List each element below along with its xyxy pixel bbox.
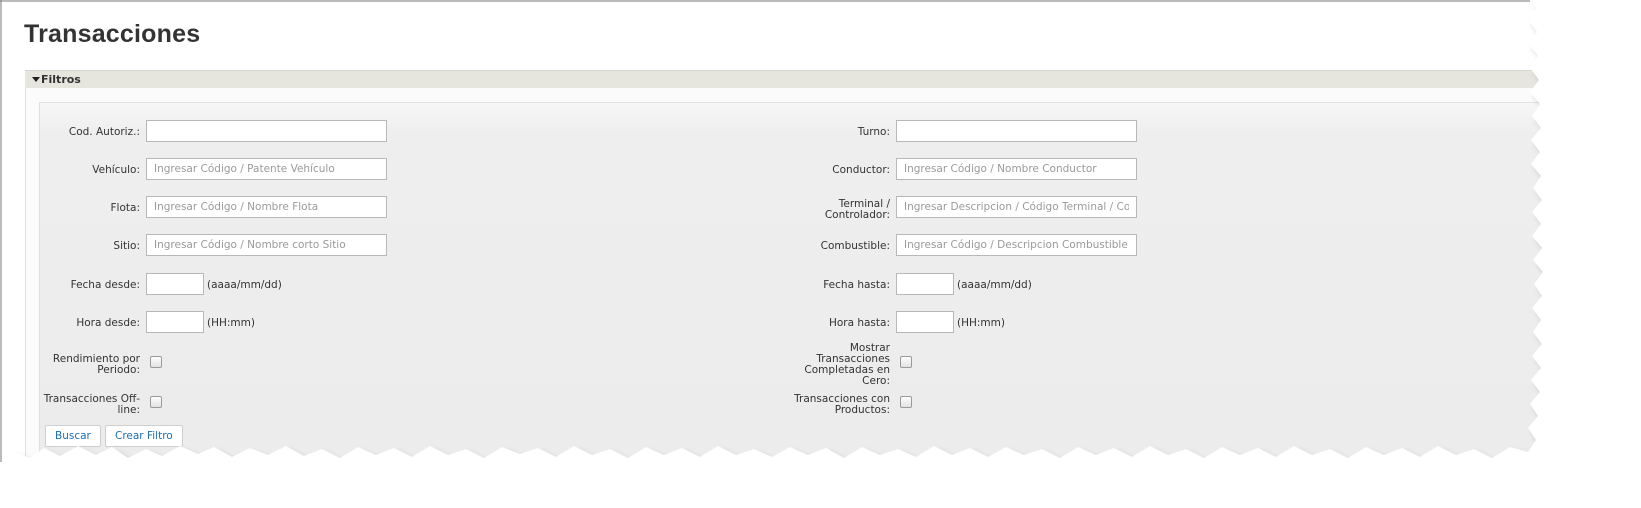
sitio-input[interactable] (146, 234, 387, 256)
caret-down-icon (32, 77, 40, 82)
rendimiento-label-line2: Periodo: (97, 364, 140, 376)
terminal-label-line2: Controlador: (824, 209, 890, 221)
crear-filtro-button[interactable]: Crear Filtro (105, 425, 183, 447)
hora-hasta-hint: (HH:mm) (957, 317, 1005, 329)
conductor-label: Conductor: (832, 164, 890, 176)
hora-desde-label: Hora desde: (76, 317, 140, 329)
con-productos-label: Transacciones con Productos: (790, 394, 890, 416)
hora-desde-input[interactable] (146, 311, 204, 333)
fecha-hasta-input[interactable] (896, 273, 954, 295)
turno-input[interactable] (896, 120, 1137, 142)
cod-autoriz-label: Cod. Autoriz.: (68, 126, 140, 138)
sitio-label: Sitio: (113, 240, 140, 252)
buscar-button[interactable]: Buscar (45, 425, 101, 447)
offline-label-line2: line: (117, 404, 141, 416)
fecha-desde-hint: (aaaa/mm/dd) (207, 279, 282, 291)
con-productos-checkbox[interactable] (900, 396, 912, 408)
fecha-desde-label: Fecha desde: (70, 279, 140, 291)
completadas-cero-label: Mostrar Transacciones Completadas en Cer… (790, 343, 890, 387)
rendimiento-checkbox[interactable] (150, 356, 162, 368)
hora-hasta-input[interactable] (896, 311, 954, 333)
offline-checkbox[interactable] (150, 396, 162, 408)
vehiculo-label: Vehículo: (92, 164, 140, 176)
hora-hasta-label: Hora hasta: (828, 317, 890, 329)
completadas-cero-checkbox[interactable] (900, 356, 912, 368)
hora-desde-hint: (HH:mm) (207, 317, 255, 329)
conductor-input[interactable] (896, 158, 1137, 180)
cod-autoriz-input[interactable] (146, 120, 387, 142)
flota-input[interactable] (146, 196, 387, 218)
completadas-cero-label-line4: Cero: (862, 375, 890, 387)
terminal-label: Terminal / Controlador: (790, 199, 890, 221)
filters-header-label: Filtros (41, 73, 81, 86)
flota-label: Flota: (110, 202, 140, 214)
filters-toggle[interactable]: Filtros (25, 70, 1565, 89)
vehiculo-input[interactable] (146, 158, 387, 180)
turno-label: Turno: (857, 126, 890, 138)
offline-label: Transacciones Off- line: (40, 394, 140, 416)
fecha-hasta-hint: (aaaa/mm/dd) (957, 279, 1032, 291)
page-title: Transacciones (24, 20, 201, 48)
terminal-input[interactable] (896, 196, 1137, 218)
combustible-label: Combustible: (820, 240, 890, 252)
fecha-desde-input[interactable] (146, 273, 204, 295)
fecha-hasta-label: Fecha hasta: (823, 279, 890, 291)
combustible-input[interactable] (896, 234, 1137, 256)
con-productos-label-line2: Productos: (834, 404, 890, 416)
rendimiento-label: Rendimiento por Periodo: (40, 354, 140, 376)
page: Transacciones Filtros Cod. Autoriz.: Tur… (0, 0, 1641, 508)
